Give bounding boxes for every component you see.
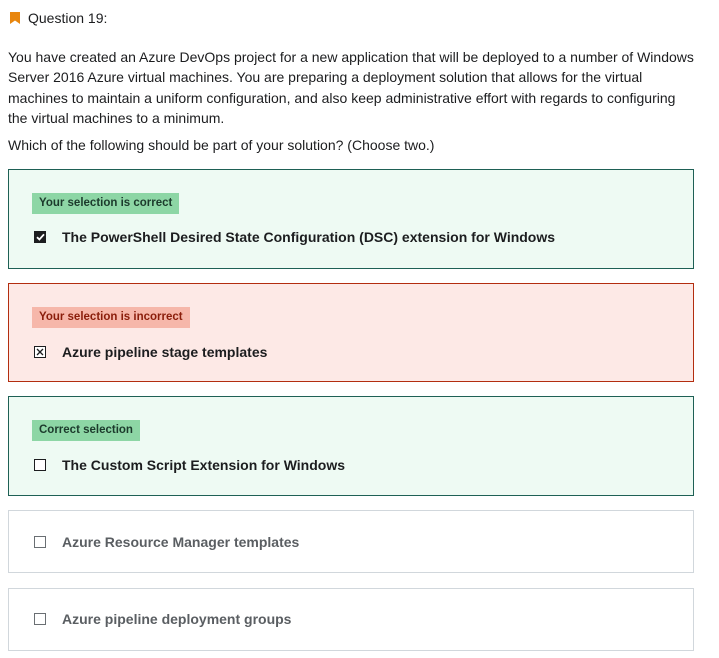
answer-option[interactable]: Correct selection The Custom Script Exte… (8, 396, 694, 496)
answer-option[interactable]: Your selection is correct The PowerShell… (8, 169, 694, 269)
answer-option[interactable]: Your selection is incorrect Azure pipeli… (8, 283, 694, 382)
checkbox-unchecked[interactable] (34, 536, 46, 548)
checkbox-checked[interactable] (34, 231, 46, 243)
checkbox-crossed[interactable] (34, 346, 46, 358)
question-prompt: Which of the following should be part of… (8, 137, 435, 153)
option-label: Azure pipeline deployment groups (62, 611, 292, 627)
option-label: Azure pipeline stage templates (62, 344, 268, 360)
answer-option[interactable]: Azure pipeline deployment groups (8, 588, 694, 651)
question-header: Question 19: (10, 8, 107, 28)
cross-icon (36, 348, 44, 356)
option-label: The PowerShell Desired State Configurati… (62, 229, 556, 245)
bookmark-icon[interactable] (10, 12, 20, 24)
status-badge: Your selection is incorrect (32, 307, 190, 328)
status-badge: Correct selection (32, 420, 140, 441)
checkbox-unchecked[interactable] (34, 613, 46, 625)
checkbox-unchecked[interactable] (34, 459, 46, 471)
checkmark-icon (35, 233, 45, 241)
status-badge: Your selection is correct (32, 193, 180, 214)
option-label: The Custom Script Extension for Windows (62, 457, 346, 473)
answer-option[interactable]: Azure Resource Manager templates (8, 510, 694, 573)
question-text: You have created an Azure DevOps project… (8, 49, 694, 126)
option-label: Azure Resource Manager templates (62, 534, 300, 550)
question-number: Question 19: (28, 10, 108, 26)
